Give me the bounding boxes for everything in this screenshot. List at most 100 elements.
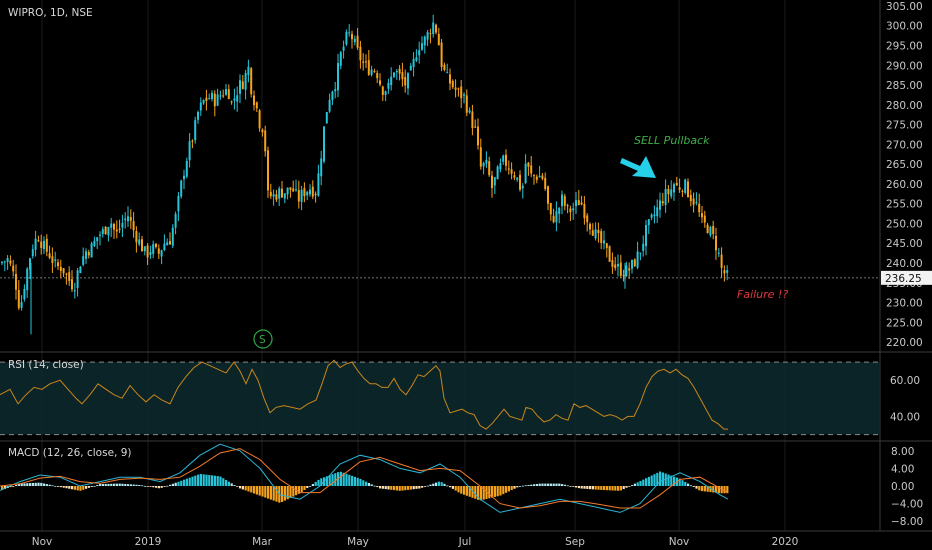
candle-body bbox=[325, 112, 328, 124]
candle-body bbox=[54, 259, 57, 261]
candle-body bbox=[407, 73, 409, 89]
candle-body bbox=[415, 57, 418, 61]
price-tick-label: 240.00 bbox=[886, 258, 923, 270]
chart-canvas[interactable]: 220.00225.00230.00235.00240.00245.00250.… bbox=[0, 0, 932, 550]
histogram-bar bbox=[642, 479, 645, 486]
candle-body bbox=[127, 216, 129, 222]
histogram-bar bbox=[625, 486, 628, 488]
histogram-bar bbox=[387, 486, 390, 490]
candle-body bbox=[185, 160, 188, 177]
histogram-bar bbox=[26, 483, 29, 486]
candle-body bbox=[622, 275, 625, 277]
candle-body bbox=[395, 71, 398, 73]
time-tick-label: Mar bbox=[252, 536, 272, 548]
histogram-bar bbox=[589, 486, 592, 490]
candle-body bbox=[527, 162, 530, 167]
price-tick-label: 260.00 bbox=[886, 179, 923, 191]
candle-body bbox=[603, 240, 605, 244]
background bbox=[0, 0, 932, 550]
histogram-bar bbox=[317, 479, 320, 486]
candle-body bbox=[541, 175, 544, 179]
histogram-bar bbox=[496, 486, 499, 497]
candle-body bbox=[633, 259, 636, 267]
candle-body bbox=[463, 94, 465, 96]
candle-body bbox=[90, 243, 93, 258]
histogram-bar bbox=[661, 472, 664, 486]
candle-body bbox=[264, 130, 267, 152]
histogram-bar bbox=[152, 486, 155, 488]
histogram-bar bbox=[113, 483, 116, 486]
candle-body bbox=[328, 99, 331, 112]
price-tick-label: 270.00 bbox=[886, 139, 923, 151]
histogram-bar bbox=[199, 473, 202, 486]
candle-body bbox=[488, 161, 491, 176]
histogram-bar bbox=[370, 484, 373, 486]
candle-body bbox=[457, 88, 460, 90]
histogram-bar bbox=[205, 474, 208, 486]
candle-body bbox=[535, 176, 538, 180]
macd-title: MACD (12, 26, close, 9) bbox=[8, 447, 131, 459]
candle-body bbox=[121, 222, 124, 228]
histogram-bar bbox=[510, 486, 513, 491]
candle-body bbox=[283, 193, 286, 199]
candle-body bbox=[513, 175, 516, 178]
candle-body bbox=[597, 229, 600, 234]
histogram-bar bbox=[516, 486, 519, 488]
candle-body bbox=[48, 253, 51, 258]
candle-body bbox=[384, 91, 387, 95]
candle-body bbox=[258, 110, 261, 129]
histogram-bar bbox=[502, 486, 505, 495]
candle-body bbox=[197, 111, 199, 120]
candle-body bbox=[286, 187, 289, 195]
histogram-bar bbox=[177, 481, 180, 486]
candle-body bbox=[62, 268, 65, 274]
candle-body bbox=[342, 46, 345, 51]
histogram-bar bbox=[289, 486, 292, 498]
candle-body bbox=[695, 202, 698, 204]
candle-body bbox=[717, 252, 720, 254]
candle-body bbox=[465, 95, 468, 113]
candle-body bbox=[379, 80, 381, 85]
candle-body bbox=[549, 203, 552, 215]
histogram-bar bbox=[194, 475, 197, 486]
candle-body bbox=[216, 94, 219, 106]
candle-body bbox=[449, 74, 451, 84]
histogram-bar bbox=[558, 483, 561, 486]
candle-body bbox=[255, 102, 258, 109]
histogram-bar bbox=[426, 485, 429, 487]
candle-body bbox=[720, 254, 723, 268]
candle-body bbox=[323, 126, 325, 162]
histogram-bar bbox=[306, 486, 309, 489]
candle-body bbox=[656, 207, 659, 217]
candle-body bbox=[605, 243, 608, 248]
candle-body bbox=[583, 204, 586, 219]
histogram-bar bbox=[401, 486, 404, 491]
histogram-bar bbox=[701, 486, 704, 492]
candle-body bbox=[317, 173, 320, 196]
candle-body bbox=[129, 217, 132, 221]
rsi-title: RSI (14, close) bbox=[8, 359, 84, 371]
histogram-bar bbox=[202, 474, 205, 486]
histogram-bar bbox=[107, 483, 110, 486]
histogram-bar bbox=[619, 486, 622, 491]
histogram-bar bbox=[365, 481, 368, 486]
candle-body bbox=[454, 87, 457, 90]
histogram-bar bbox=[253, 486, 256, 494]
histogram-bar bbox=[519, 486, 522, 487]
candle-body bbox=[460, 86, 463, 99]
histogram-bar bbox=[465, 486, 468, 496]
histogram-bar bbox=[457, 486, 460, 493]
histogram-bar bbox=[99, 484, 102, 486]
histogram-bar bbox=[359, 478, 362, 486]
histogram-bar bbox=[667, 474, 670, 486]
candle-body bbox=[59, 266, 62, 271]
candle-body bbox=[429, 33, 432, 35]
histogram-bar bbox=[132, 484, 135, 486]
candle-body bbox=[194, 120, 197, 141]
candle-body bbox=[689, 194, 692, 202]
histogram-bar bbox=[474, 486, 477, 499]
candle-body bbox=[51, 256, 54, 264]
candle-body bbox=[146, 245, 149, 258]
histogram-bar bbox=[85, 486, 88, 489]
histogram-bar bbox=[555, 483, 558, 486]
